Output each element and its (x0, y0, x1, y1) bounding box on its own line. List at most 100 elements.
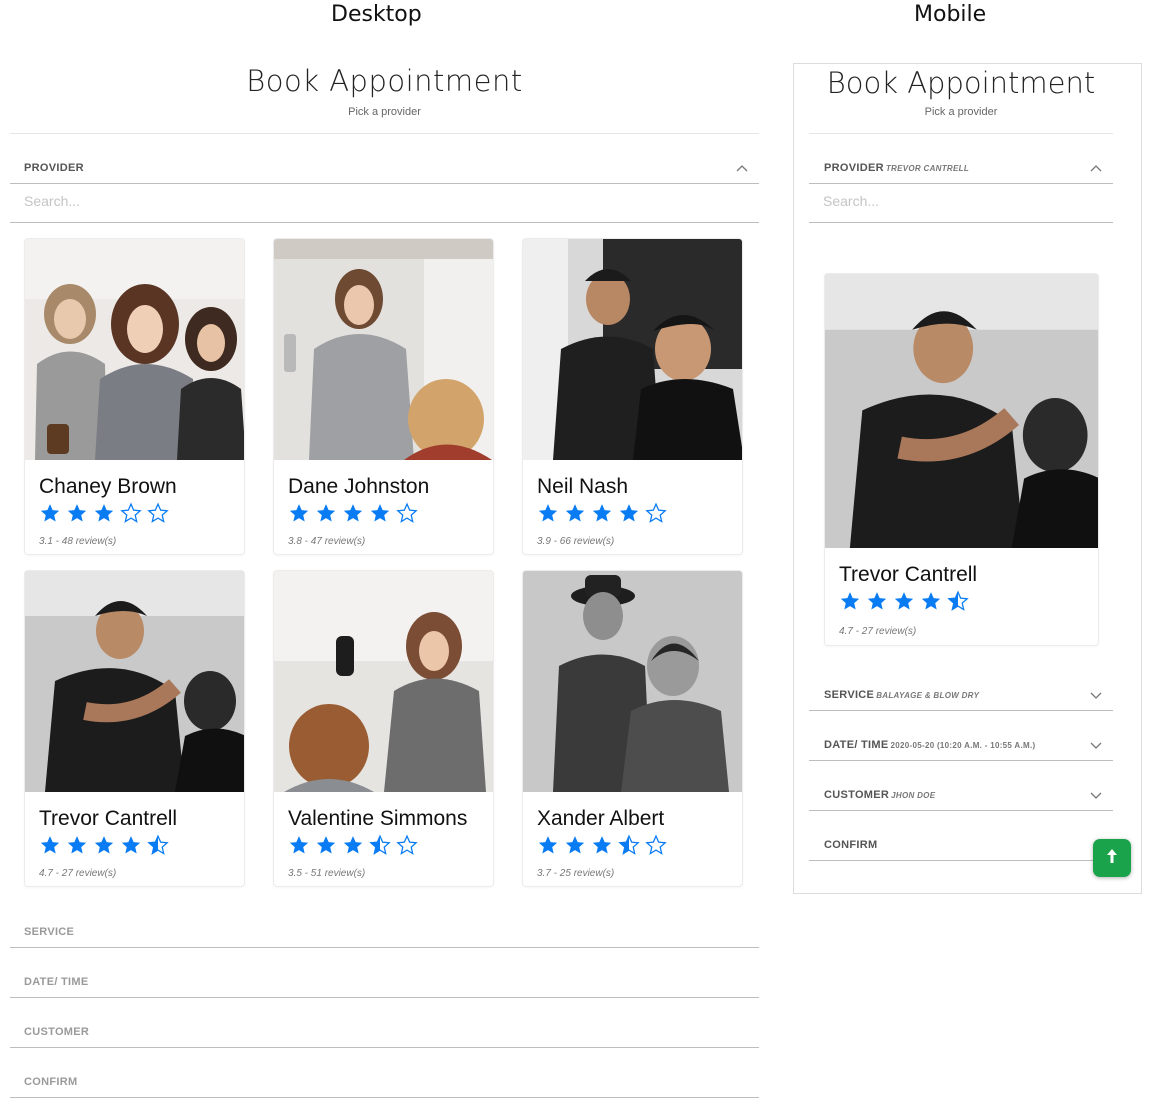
star-filled-icon (343, 836, 363, 854)
provider-card-trevor-cantrell[interactable]: Trevor Cantrell 4.7 - 27 review(s) (24, 570, 245, 887)
star-filled-icon (370, 504, 390, 522)
provider-section-header[interactable]: PROVIDER TREVOR CANTRELL (809, 134, 1113, 184)
star-filled-icon (316, 504, 336, 522)
star-filled-icon (343, 504, 363, 522)
datetime-section-value: 2020-05-20 (10:20 A.M. - 10:55 A.M.) (890, 741, 1036, 750)
star-filled-icon (894, 592, 914, 610)
chevron-up-icon[interactable] (1089, 164, 1103, 173)
search-input[interactable] (823, 193, 1123, 209)
provider-section-value: TREVOR CANTRELL (885, 164, 970, 173)
review-count: 3.9 - 66 review(s) (537, 536, 615, 547)
star-empty-icon (645, 502, 667, 523)
provider-section-label: PROVIDER TREVOR CANTRELL (824, 162, 970, 174)
star-half-icon (369, 834, 391, 855)
star-filled-icon (40, 836, 60, 854)
chevron-down-icon[interactable] (1089, 741, 1103, 750)
star-filled-icon (840, 592, 860, 610)
chevron-up-icon[interactable] (735, 164, 749, 173)
rating-stars (39, 502, 169, 524)
datetime-section-label: DATE/ TIME 2020-05-20 (10:20 A.M. - 10:55… (824, 739, 1036, 751)
datetime-section-header[interactable]: DATE/ TIME 2020-05-20 (10:20 A.M. - 10:55… (809, 711, 1113, 761)
provider-name: Neil Nash (537, 475, 629, 498)
provider-card-valentine-simmons[interactable]: Valentine Simmons 3.5 - 51 review(s) (273, 570, 494, 887)
desktop-label: Desktop (331, 2, 422, 27)
star-empty-icon (396, 834, 418, 855)
rating-stars (288, 834, 418, 856)
rating-stars (537, 502, 667, 524)
customer-section-value: JHON DOE (891, 791, 936, 800)
star-empty-icon (147, 502, 169, 523)
review-count: 3.8 - 47 review(s) (288, 536, 366, 547)
star-filled-icon (565, 836, 585, 854)
selected-provider-card[interactable]: Trevor Cantrell 4.7 - 27 review(s) (824, 273, 1099, 646)
star-filled-icon (94, 836, 114, 854)
review-count: 3.7 - 25 review(s) (537, 868, 615, 879)
star-filled-icon (67, 836, 87, 854)
star-filled-icon (289, 504, 309, 522)
star-half-icon (147, 834, 169, 855)
rating-stars (39, 834, 169, 856)
datetime-section-label: DATE/ TIME (24, 976, 89, 988)
bw-barber-photo (523, 571, 742, 792)
chevron-down-icon[interactable] (1089, 691, 1103, 700)
service-section-header[interactable]: SERVICE (10, 898, 759, 948)
stylist-spraying-photo (274, 239, 493, 460)
star-filled-icon (867, 592, 887, 610)
provider-name: Trevor Cantrell (839, 563, 978, 586)
page-title: Book Appointment (826, 66, 1096, 100)
blow-dry-photo (274, 571, 493, 792)
star-filled-icon (538, 836, 558, 854)
confirm-section-header[interactable]: CONFIRM (809, 811, 1113, 861)
star-filled-icon (592, 504, 612, 522)
scroll-top-button[interactable] (1093, 839, 1131, 877)
provider-section-label: PROVIDER (24, 162, 84, 174)
page-title: Book Appointment (246, 64, 523, 98)
tattooed-barber-photo (25, 571, 244, 792)
rating-stars (537, 834, 667, 856)
search-input[interactable] (24, 193, 324, 209)
review-count: 3.5 - 51 review(s) (288, 868, 366, 879)
star-empty-icon (120, 502, 142, 523)
stylists-group-photo (25, 239, 244, 460)
customer-section-label: CUSTOMER (24, 1026, 90, 1038)
mobile-view: Book Appointment Pick a provider PROVIDE… (793, 63, 1142, 894)
page-subtitle: Pick a provider (348, 106, 421, 118)
star-filled-icon (316, 836, 336, 854)
provider-name: Dane Johnston (288, 475, 430, 498)
confirm-section-header[interactable]: CONFIRM (10, 1048, 759, 1098)
provider-name: Chaney Brown (39, 475, 177, 498)
provider-card-dane-johnston[interactable]: Dane Johnston 3.8 - 47 review(s) (273, 238, 494, 555)
review-count: 4.7 - 27 review(s) (839, 626, 917, 637)
page-subtitle: Pick a provider (924, 106, 998, 118)
rating-stars (839, 590, 969, 612)
provider-name: Xander Albert (537, 807, 665, 830)
confirm-section-label: CONFIRM (24, 1076, 78, 1088)
provider-card-chaney-brown[interactable]: Chaney Brown 3.1 - 48 review(s) (24, 238, 245, 555)
provider-card-neil-nash[interactable]: Neil Nash 3.9 - 66 review(s) (522, 238, 743, 555)
mobile-sections: SERVICE BALAYAGE & BLOW DRY DATE/ TIME 202… (809, 661, 1113, 861)
star-filled-icon (289, 836, 309, 854)
mobile-content: Book Appointment Pick a provider PROVIDE… (809, 64, 1123, 861)
provider-search (10, 184, 759, 223)
star-empty-icon (645, 834, 667, 855)
provider-name: Trevor Cantrell (39, 807, 178, 830)
customer-section-header[interactable]: CUSTOMER JHON DOE (809, 761, 1113, 811)
star-empty-icon (396, 502, 418, 523)
star-filled-icon (921, 592, 941, 610)
confirm-section-label: CONFIRM (824, 839, 878, 851)
chevron-down-icon[interactable] (1089, 791, 1103, 800)
customer-section-header[interactable]: CUSTOMER (10, 998, 759, 1048)
desktop-view: Book Appointment Pick a provider PROVIDE… (10, 64, 759, 1098)
star-filled-icon (121, 836, 141, 854)
provider-search (809, 184, 1123, 223)
provider-card-xander-albert[interactable]: Xander Albert 3.7 - 25 review(s) (522, 570, 743, 887)
arrow-up-icon (1105, 848, 1119, 869)
star-half-icon (618, 834, 640, 855)
service-section-header[interactable]: SERVICE BALAYAGE & BLOW DRY (809, 661, 1113, 711)
review-count: 4.7 - 27 review(s) (39, 868, 117, 879)
star-filled-icon (565, 504, 585, 522)
provider-section-header[interactable]: PROVIDER (10, 134, 759, 184)
provider-grid: Chaney Brown 3.1 - 48 review(s) Dane Joh… (10, 223, 759, 898)
datetime-section-header[interactable]: DATE/ TIME (10, 948, 759, 998)
star-filled-icon (538, 504, 558, 522)
